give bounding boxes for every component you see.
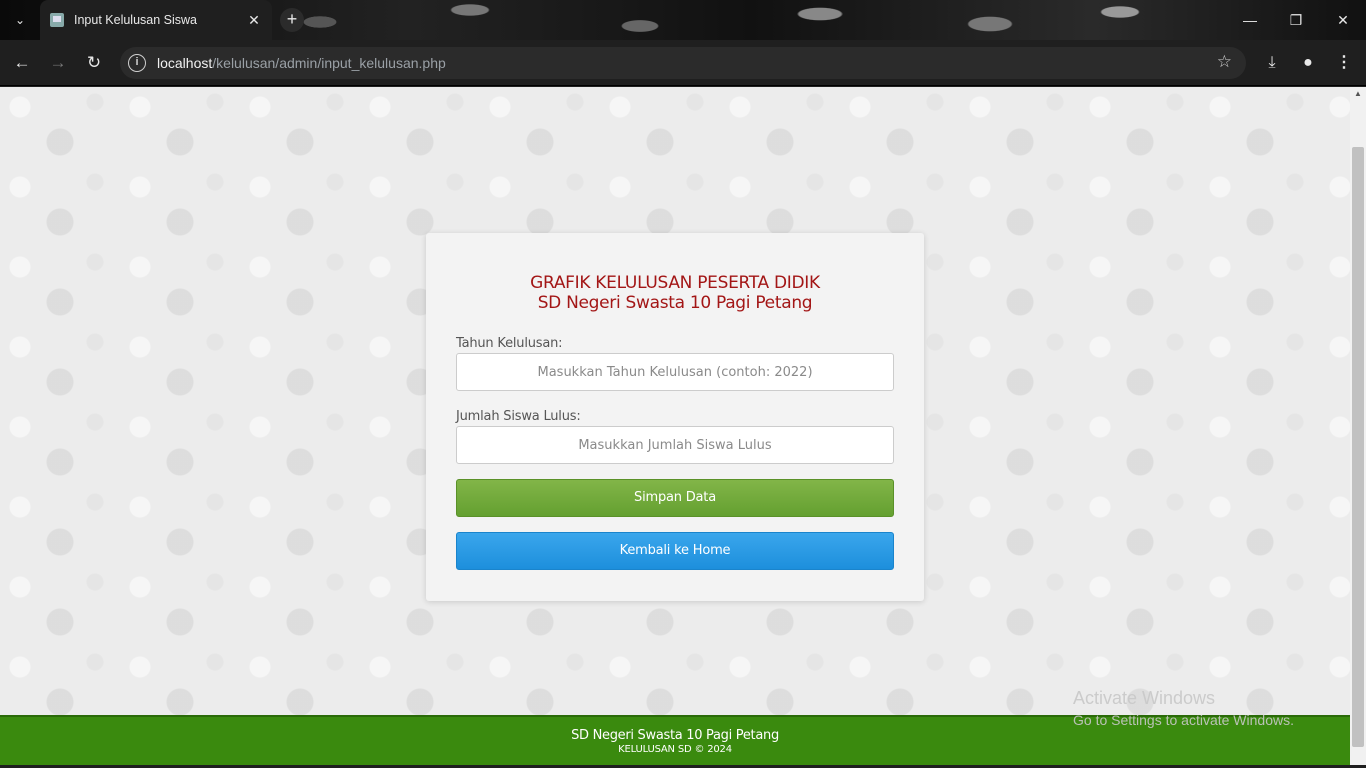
tab-close-icon[interactable]: ✕ [246, 12, 262, 29]
new-tab-button[interactable]: + [280, 8, 304, 32]
download-icon[interactable]: ⤓ [1260, 51, 1284, 75]
page-viewport: GRAFIK KELULUSAN PESERTA DIDIK SD Negeri… [0, 87, 1350, 768]
year-input[interactable] [456, 353, 894, 391]
address-bar[interactable]: i localhost/kelulusan/admin/input_kelulu… [120, 47, 1246, 79]
footer-school-name: SD Negeri Swasta 10 Pagi Petang [571, 728, 779, 743]
tab-strip: ⌄ Input Kelulusan Siswa ✕ + — ❐ ✕ [0, 0, 1366, 40]
close-window-icon[interactable]: ✕ [1331, 8, 1355, 32]
scrollbar-thumb[interactable] [1352, 147, 1364, 747]
vertical-scrollbar[interactable]: ▲ [1350, 87, 1366, 768]
bookmark-star-icon[interactable]: ☆ [1217, 52, 1232, 72]
scroll-up-icon[interactable]: ▲ [1350, 89, 1366, 101]
url-host: localhost [157, 55, 213, 71]
save-button[interactable]: Simpan Data [456, 479, 894, 517]
browser-toolbar: ← → ↻ i localhost/kelulusan/admin/input_… [0, 40, 1366, 86]
page-footer: SD Negeri Swasta 10 Pagi Petang KELULUSA… [0, 715, 1350, 768]
url-text[interactable]: localhost/kelulusan/admin/input_kelulusa… [157, 55, 446, 71]
form-title: GRAFIK KELULUSAN PESERTA DIDIK SD Negeri… [426, 273, 924, 313]
input-form-card: GRAFIK KELULUSAN PESERTA DIDIK SD Negeri… [426, 233, 924, 601]
tab-title: Input Kelulusan Siswa [74, 13, 197, 27]
footer-copyright: KELULUSAN SD © 2024 [618, 744, 732, 755]
tab-search-chevron-icon[interactable]: ⌄ [8, 10, 32, 30]
student-count-input[interactable] [456, 426, 894, 464]
forward-arrow-icon[interactable]: → [46, 51, 70, 75]
reload-icon[interactable]: ↻ [82, 51, 106, 75]
student-count-label: Jumlah Siswa Lulus: [456, 409, 581, 424]
back-arrow-icon[interactable]: ← [10, 51, 34, 75]
restore-icon[interactable]: ❐ [1284, 8, 1308, 32]
year-label: Tahun Kelulusan: [456, 336, 563, 351]
favicon-icon [50, 13, 64, 27]
form-title-line1: GRAFIK KELULUSAN PESERTA DIDIK [530, 273, 820, 293]
back-home-button[interactable]: Kembali ke Home [456, 532, 894, 570]
url-path: /kelulusan/admin/input_kelulusan.php [212, 55, 446, 71]
active-tab[interactable]: Input Kelulusan Siswa ✕ [40, 0, 272, 40]
profile-icon[interactable]: ● [1296, 51, 1320, 75]
form-title-line2: SD Negeri Swasta 10 Pagi Petang [537, 293, 813, 313]
more-menu-icon[interactable]: ⋮ [1332, 51, 1356, 75]
site-info-icon[interactable]: i [128, 54, 146, 72]
minimize-icon[interactable]: — [1238, 8, 1262, 32]
